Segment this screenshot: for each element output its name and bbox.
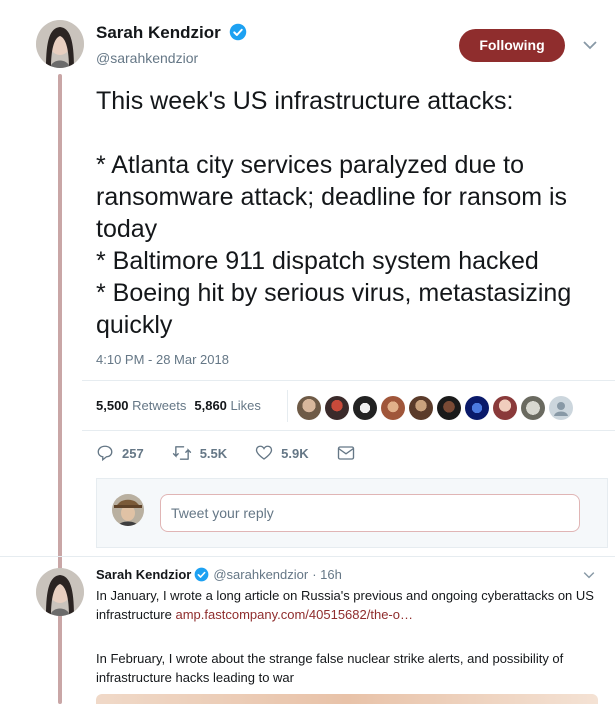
likes-label: Likes xyxy=(230,398,261,413)
liker-avatar[interactable] xyxy=(521,396,545,420)
tweet-timestamp[interactable]: 4:10 PM - 28 Mar 2018 xyxy=(96,352,229,367)
reply-count: 257 xyxy=(122,445,144,461)
likes-stat[interactable]: 5,860 Likes xyxy=(194,398,261,413)
retweets-label: Retweets xyxy=(132,398,187,413)
retweet-action[interactable]: 5.5K xyxy=(172,444,227,462)
liker-avatar[interactable] xyxy=(353,396,377,420)
reply-tweet-header: Sarah Kendzior @sarahkendzior · 16h xyxy=(96,567,342,582)
default-avatar-icon[interactable] xyxy=(549,396,573,420)
author-handle[interactable]: @sarahkendzior xyxy=(96,50,198,66)
article-link[interactable]: amp.fastcompany.com/40515682/the-o… xyxy=(175,607,413,622)
liker-avatar[interactable] xyxy=(493,396,517,420)
heart-icon xyxy=(255,445,273,460)
liker-avatar[interactable] xyxy=(465,396,489,420)
likers-avatars xyxy=(297,396,573,420)
liker-avatar[interactable] xyxy=(325,396,349,420)
retweets-stat[interactable]: 5,500 Retweets xyxy=(96,398,186,413)
like-action[interactable]: 5.9K xyxy=(255,444,309,462)
liker-avatar[interactable] xyxy=(437,396,461,420)
like-count: 5.9K xyxy=(281,445,309,461)
chevron-down-icon[interactable] xyxy=(583,571,595,579)
retweet-icon xyxy=(172,446,191,460)
reply-author-handle[interactable]: @sarahkendzior xyxy=(213,567,308,582)
reply-input[interactable]: Tweet your reply xyxy=(160,494,580,532)
liker-avatar[interactable] xyxy=(297,396,321,420)
liker-avatar[interactable] xyxy=(409,396,433,420)
retweets-count: 5,500 xyxy=(96,398,129,413)
verified-badge-icon xyxy=(230,23,247,41)
link-card-preview[interactable] xyxy=(96,694,598,704)
reply-author-name[interactable]: Sarah Kendzior xyxy=(96,567,191,582)
verified-badge-icon xyxy=(194,567,209,582)
divider xyxy=(0,556,615,557)
retweet-count: 5.5K xyxy=(199,445,228,461)
current-user-avatar[interactable] xyxy=(112,494,144,526)
likes-count: 5,860 xyxy=(194,398,227,413)
liker-avatar[interactable] xyxy=(381,396,405,420)
tweet-text: This week's US infrastructure attacks: *… xyxy=(96,87,572,339)
tweet-actions: 257 5.5K 5.9K xyxy=(96,444,391,462)
direct-message-action[interactable] xyxy=(337,445,363,461)
following-button[interactable]: Following xyxy=(459,29,565,62)
reply-action[interactable]: 257 xyxy=(96,444,144,462)
author-name-text[interactable]: Sarah Kendzior xyxy=(96,23,221,42)
stats-separator xyxy=(287,390,288,422)
envelope-icon xyxy=(337,446,354,460)
divider xyxy=(82,380,615,381)
chevron-down-icon[interactable] xyxy=(583,40,597,50)
reply-icon xyxy=(97,445,113,462)
reply-time[interactable]: · 16h xyxy=(312,567,342,582)
reply-paragraph-1: In January, I wrote a long article on Ru… xyxy=(96,586,601,624)
reply-author-avatar[interactable] xyxy=(36,568,84,616)
divider xyxy=(82,430,615,431)
author-avatar[interactable] xyxy=(36,20,84,68)
reply-paragraph-2: In February, I wrote about the strange f… xyxy=(96,651,564,685)
tweet-stats: 5,500 Retweets 5,860 Likes xyxy=(96,398,261,413)
author-name[interactable]: Sarah Kendzior xyxy=(96,23,247,43)
